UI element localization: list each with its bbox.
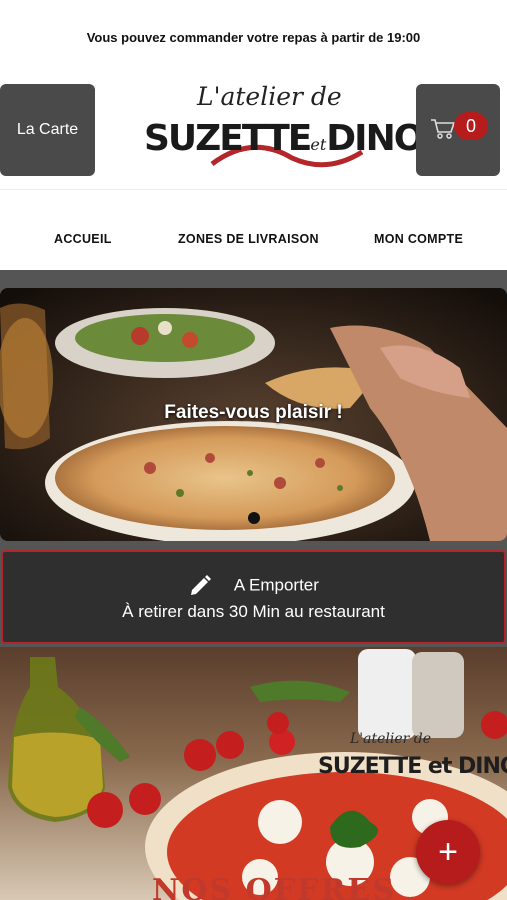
add-floating-button[interactable]: +: [416, 820, 480, 884]
hero-banner[interactable]: Faites-vous plaisir !: [0, 288, 507, 541]
nav-item-zones-de-livraison[interactable]: ZONES DE LIVRAISON: [178, 232, 319, 246]
menu-button-label: La Carte: [16, 121, 79, 138]
logo-brand: SUZETTEetDINO: [144, 118, 424, 159]
order-mode-subtitle: À retirer dans 30 Min au restaurant: [122, 602, 385, 621]
cart-icon: [431, 119, 456, 139]
logo-brand-left: SUZETTE: [144, 118, 312, 159]
offers-title: NOS OFFRES: [152, 873, 396, 900]
cart-count-badge: 0: [454, 112, 488, 140]
main-nav: ACCUEIL ZONES DE LIVRAISON MON COMPTE: [0, 232, 507, 252]
pencil-icon: [191, 575, 212, 595]
header-divider: [0, 189, 507, 190]
logo-brand-et: et: [310, 135, 327, 154]
offers-logo-brand: SUZETTE et DINO: [318, 754, 507, 779]
order-time-notice: Vous pouvez commander votre repas à part…: [86, 30, 421, 45]
plus-icon: +: [438, 832, 458, 871]
restaurant-logo[interactable]: L'atelier de SUZETTEetDINO: [142, 82, 424, 174]
nav-item-accueil[interactable]: ACCUEIL: [54, 232, 112, 246]
order-mode-title: A Emporter: [233, 575, 319, 595]
hero-title: Faites-vous plaisir !: [164, 402, 343, 423]
carousel-indicator[interactable]: [248, 512, 260, 524]
logo-script-text: L'atelier de: [197, 82, 342, 111]
logo-brand-right: DINO: [326, 118, 424, 159]
menu-button[interactable]: La Carte: [0, 84, 95, 176]
offers-logo-script: L'atelier de: [349, 731, 431, 747]
cart-button[interactable]: 0: [416, 84, 500, 176]
nav-item-mon-compte[interactable]: MON COMPTE: [374, 232, 463, 246]
order-mode-selector[interactable]: A Emporter À retirer dans 30 Min au rest…: [1, 550, 506, 644]
